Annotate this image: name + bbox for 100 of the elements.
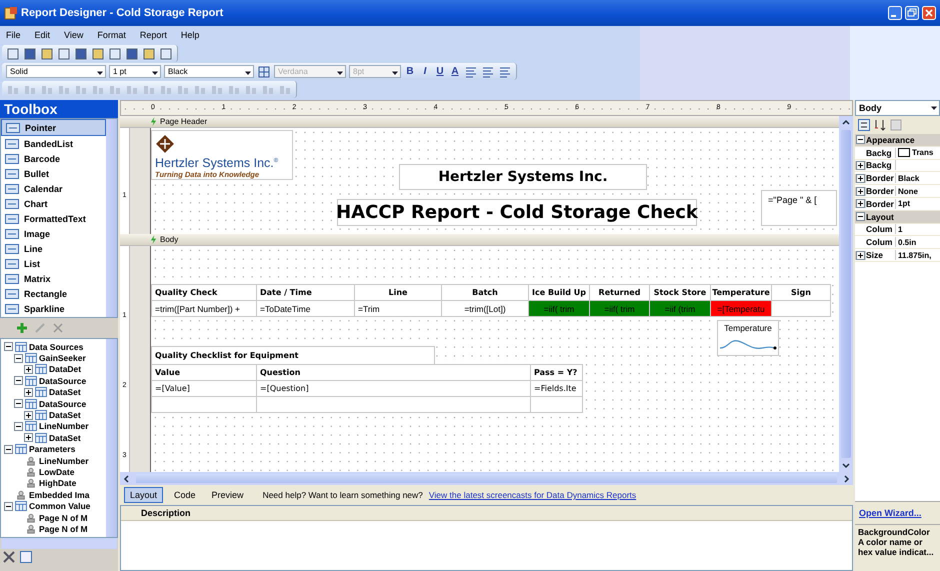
- expand-icon[interactable]: [856, 160, 865, 170]
- dropdown-caret-icon[interactable]: [151, 69, 159, 77]
- property-value[interactable]: 11.875in,: [898, 250, 932, 260]
- property-value[interactable]: 1pt: [898, 199, 910, 208]
- tree-item[interactable]: DataSet: [49, 387, 81, 398]
- screencasts-link[interactable]: View the latest screencasts for Data Dynamics Reports: [428, 490, 636, 500]
- expand-icon[interactable]: [24, 410, 33, 420]
- collapse-icon[interactable]: [4, 444, 13, 454]
- horizontal-scrollbar[interactable]: [120, 472, 853, 485]
- expand-icon[interactable]: [24, 388, 33, 397]
- table-cell[interactable]: [771, 300, 831, 317]
- toolbar-icon[interactable]: [125, 46, 139, 60]
- toolbar-icon[interactable]: [23, 46, 37, 60]
- collapse-icon[interactable]: [4, 502, 13, 511]
- table-cell[interactable]: =trim([Part Number]) +: [151, 300, 257, 317]
- table-header-cell[interactable]: Pass = Y?: [530, 364, 583, 381]
- toolbox-item[interactable]: Pointer: [1, 119, 106, 136]
- toolbox-item[interactable]: Matrix: [1, 271, 106, 286]
- toolbox-item[interactable]: Barcode: [1, 151, 106, 166]
- toolbox-item[interactable]: FormattedText: [1, 211, 106, 226]
- toolbar-icon[interactable]: [142, 46, 156, 60]
- menu-item[interactable]: Report: [140, 30, 167, 40]
- close-icon[interactable]: [922, 6, 936, 20]
- restore-icon[interactable]: [905, 6, 919, 20]
- menu-item[interactable]: File: [6, 30, 21, 40]
- expand-icon[interactable]: [856, 199, 865, 208]
- table-header-cell[interactable]: Value: [151, 364, 257, 381]
- align-icon[interactable]: [498, 64, 512, 78]
- page-number-textbox[interactable]: ="Page " & [: [761, 190, 837, 226]
- tree-item[interactable]: Data Sources: [29, 342, 84, 352]
- tree-item[interactable]: DataSet: [49, 410, 81, 420]
- table-cell[interactable]: =iif (trim: [649, 300, 711, 317]
- expand-icon[interactable]: [24, 433, 33, 442]
- toolbox-item[interactable]: Sparkline: [1, 301, 106, 316]
- toolbar-icon[interactable]: [108, 46, 122, 60]
- dropdown-caret-icon[interactable]: [336, 69, 344, 77]
- dropdown-caret-icon[interactable]: [391, 69, 399, 77]
- toolbar-icon[interactable]: [40, 46, 54, 60]
- view-tab[interactable]: Layout: [124, 487, 164, 503]
- tree-item[interactable]: DataSet: [49, 432, 81, 443]
- expand-icon[interactable]: [24, 364, 33, 374]
- property-value[interactable]: 1: [898, 224, 902, 234]
- table-cell[interactable]: =iif( trim: [528, 300, 590, 317]
- checklist-title-textbox[interactable]: Quality Checklist for Equipment: [151, 346, 435, 365]
- table-cell[interactable]: =iif( trim: [589, 300, 650, 317]
- property-name[interactable]: Backg: [866, 148, 896, 158]
- table-cell[interactable]: [530, 396, 583, 413]
- object-selector-dropdown[interactable]: Body: [855, 100, 940, 116]
- property-name[interactable]: Border: [866, 173, 896, 184]
- property-value[interactable]: Black: [898, 174, 920, 183]
- menu-item[interactable]: Edit: [34, 30, 50, 40]
- text-style-button[interactable]: U: [434, 66, 446, 77]
- expand-icon[interactable]: [856, 174, 865, 183]
- toolbox-item[interactable]: Chart: [1, 196, 106, 211]
- company-textbox[interactable]: Hertzler Systems Inc.: [399, 164, 647, 190]
- property-name[interactable]: Colum: [866, 224, 896, 234]
- toolbox-item[interactable]: Bullet: [1, 166, 106, 181]
- align-icon[interactable]: [481, 64, 495, 78]
- sparkline-control[interactable]: Temperature: [717, 320, 779, 356]
- tree-item[interactable]: Parameters: [29, 444, 76, 454]
- property-name[interactable]: Border: [866, 186, 896, 196]
- property-value[interactable]: Trans: [912, 148, 934, 158]
- tree-item[interactable]: Page N of M: [39, 524, 88, 534]
- report-title-textbox[interactable]: HACCP Report - Cold Storage Check: [337, 199, 697, 226]
- text-style-button[interactable]: B: [404, 66, 416, 77]
- toolbox-item[interactable]: BandedList: [1, 136, 106, 151]
- toolbar-icon[interactable]: [159, 46, 173, 60]
- menu-item[interactable]: Format: [97, 30, 126, 40]
- line-style-dropdown[interactable]: Solid: [6, 65, 106, 78]
- scrollbar[interactable]: [1, 538, 117, 549]
- open-wizard-link[interactable]: Open Wizard...: [859, 508, 922, 518]
- sort-alphabetical-icon[interactable]: [873, 118, 887, 132]
- text-style-button[interactable]: I: [419, 66, 431, 77]
- property-value[interactable]: 0.5in: [898, 238, 916, 247]
- collapse-icon[interactable]: [14, 422, 23, 431]
- tree-item[interactable]: Embedded Ima: [29, 490, 90, 500]
- collapse-icon[interactable]: [14, 354, 23, 363]
- toolbox-item[interactable]: Line: [1, 241, 106, 256]
- expand-icon[interactable]: [856, 250, 865, 260]
- toolbox-item[interactable]: List: [1, 256, 106, 271]
- toolbar-icon[interactable]: [6, 46, 20, 60]
- tools-icon[interactable]: [2, 550, 16, 564]
- property-name[interactable]: Size: [866, 250, 896, 260]
- line-color-dropdown[interactable]: Black: [164, 65, 254, 78]
- tree-item[interactable]: Common Value: [29, 501, 90, 512]
- view-tab[interactable]: Code: [169, 488, 201, 502]
- border-icon[interactable]: [257, 64, 271, 78]
- view-tab[interactable]: Preview: [206, 488, 249, 502]
- dropdown-caret-icon[interactable]: [930, 104, 938, 112]
- tree-item[interactable]: Page N of M: [39, 512, 88, 523]
- minimize-icon[interactable]: [888, 6, 902, 20]
- property-name[interactable]: Colum: [866, 237, 896, 248]
- band-header[interactable]: Body: [120, 234, 839, 246]
- collapse-icon[interactable]: [4, 342, 13, 352]
- line-width-dropdown[interactable]: 1 pt: [109, 65, 161, 78]
- tree-item[interactable]: LineNumber: [39, 456, 89, 466]
- text-style-button[interactable]: A: [449, 66, 461, 77]
- toolbox-item[interactable]: Calendar: [1, 181, 106, 196]
- tree-item[interactable]: LowDate: [39, 466, 74, 477]
- vertical-scrollbar[interactable]: [839, 116, 853, 472]
